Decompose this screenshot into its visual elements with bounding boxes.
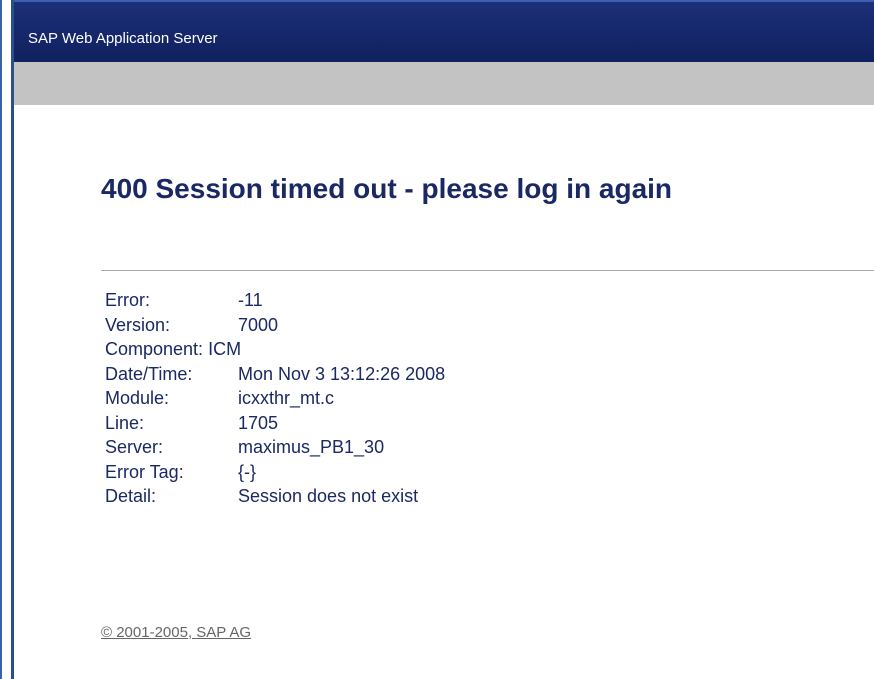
detail-label: Module:	[105, 388, 170, 408]
detail-label: Server:	[105, 437, 164, 457]
detail-label: Line:	[105, 412, 145, 433]
detail-row-component: Component: ICM	[105, 337, 445, 362]
app-header-bar: SAP Web Application Server	[14, 0, 874, 62]
detail-value: Session does not exist	[238, 486, 419, 506]
detail-value: 1705	[238, 412, 279, 433]
detail-label: Version:	[105, 314, 171, 335]
detail-row-datetime: Date/Time: Mon Nov 3 13:12:26 2008	[105, 362, 445, 387]
divider	[101, 270, 874, 271]
detail-label: Error:	[105, 290, 150, 310]
header-toolbar-strip	[14, 62, 874, 105]
detail-label: Error Tag:	[105, 461, 184, 482]
browser-window: SAP Web Application Server 400 Session t…	[0, 0, 874, 679]
detail-label: Component:	[105, 339, 204, 359]
window-left-frame	[0, 0, 14, 679]
detail-row-error-tag: Error Tag: {-}	[105, 460, 445, 485]
detail-value: ICM	[208, 339, 242, 359]
detail-row-error: Error: -11	[105, 288, 445, 313]
app-title: SAP Web Application Server	[28, 30, 218, 47]
detail-value: {-}	[238, 461, 257, 482]
detail-row-module: Module: icxxthr_mt.c	[105, 386, 445, 411]
detail-value: -11	[238, 290, 263, 310]
error-page-content: 400 Session timed out - please log in ag…	[14, 105, 874, 679]
detail-value: icxxthr_mt.c	[238, 388, 335, 408]
detail-row-line: Line: 1705	[105, 411, 445, 436]
detail-value: 7000	[238, 314, 279, 335]
detail-value: Mon Nov 3 13:12:26 2008	[238, 363, 446, 384]
copyright-link[interactable]: © 2001-2005, SAP AG	[101, 624, 251, 641]
detail-row-version: Version: 7000	[105, 313, 445, 338]
detail-label: Date/Time:	[105, 363, 193, 384]
page-title: 400 Session timed out - please log in ag…	[101, 173, 673, 204]
detail-label: Detail:	[105, 486, 157, 506]
detail-row-server: Server: maximus_PB1_30	[105, 435, 445, 460]
error-details-list: Error: -11 Version: 7000 Component: ICM Da…	[105, 288, 445, 509]
detail-row-detail: Detail: Session does not exist	[105, 484, 445, 509]
detail-value: maximus_PB1_30	[238, 437, 385, 457]
